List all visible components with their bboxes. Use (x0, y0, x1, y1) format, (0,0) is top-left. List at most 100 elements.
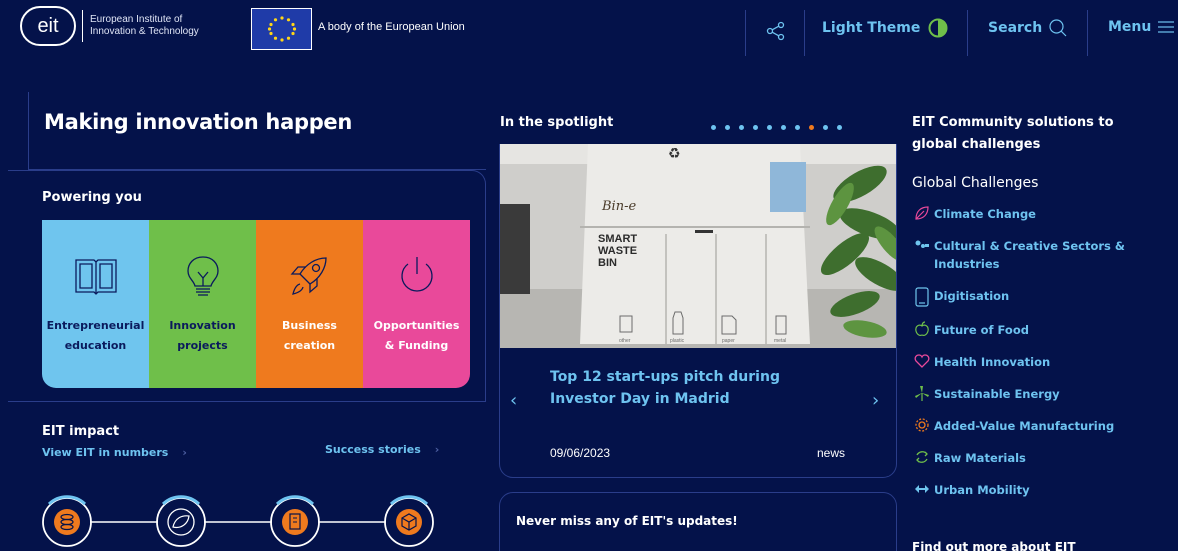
wind-turbine-icon (915, 386, 929, 401)
challenges-list: Climate Change Cultural & Creative Secto… (912, 205, 1162, 513)
svg-text:♻: ♻ (668, 146, 681, 162)
view-numbers-link[interactable]: View EIT in numbers › (42, 446, 187, 459)
recycle-icon (916, 451, 928, 463)
leaf-icon (915, 206, 929, 220)
compartment-label: other (619, 338, 631, 344)
rocket-icon (290, 257, 327, 295)
search-icon (1049, 19, 1067, 37)
chevron-right-icon: › (434, 443, 440, 456)
org-line-2: Innovation & Technology (90, 26, 199, 37)
heart-icon (914, 354, 930, 368)
carousel-dot-active[interactable] (809, 125, 814, 130)
theme-label: Light Theme (822, 20, 921, 36)
page-title: Making innovation happen (44, 110, 353, 134)
success-stories-link[interactable]: Success stories › (325, 443, 439, 456)
challenge-raw-materials[interactable]: Raw Materials (912, 449, 1162, 467)
header-separator (804, 10, 805, 56)
carousel-dot[interactable] (781, 125, 786, 130)
share-button[interactable] (758, 18, 794, 44)
challenge-added-value-manufacturing[interactable]: Added-Value Manufacturing (912, 417, 1162, 435)
logo-divider (82, 10, 83, 42)
image-label-line-1: SMART (598, 233, 637, 245)
chevron-right-icon: › (182, 446, 187, 459)
challenge-urban-mobility[interactable]: Urban Mobility (912, 481, 1162, 499)
find-out-more-title: Find out more about EIT (912, 540, 1076, 551)
eu-flag-icon (251, 8, 312, 50)
image-brand: Bin-e (601, 199, 636, 214)
challenge-sustainable-energy[interactable]: Sustainable Energy (912, 385, 1162, 403)
tile-entrepreneurial-education[interactable]: Entrepreneurial education (42, 220, 149, 388)
tile-innovation-projects[interactable]: Innovation projects (149, 220, 256, 388)
tile-label: Innovation projects (169, 319, 236, 352)
share-icon (766, 21, 785, 41)
impact-title: EIT impact (42, 424, 120, 439)
tile-label: Business creation (282, 319, 337, 352)
tile-label: Entrepreneurial education (46, 319, 145, 352)
challenge-cultural-creative[interactable]: Cultural & Creative Sectors & Industries (912, 237, 1162, 273)
coins-icon[interactable] (42, 495, 92, 547)
compartment-label: plastic (670, 338, 685, 344)
carousel-dots (711, 125, 842, 130)
hamburger-icon (1158, 21, 1175, 33)
menu-button[interactable]: Menu (1108, 18, 1175, 36)
challenge-future-of-food[interactable]: Future of Food (912, 321, 1162, 339)
carousel-prev-button[interactable]: ‹ (510, 390, 517, 411)
leaf-icon[interactable] (156, 495, 206, 547)
challenge-climate-change[interactable]: Climate Change (912, 205, 1162, 223)
creative-icon (915, 240, 929, 248)
carousel-dot[interactable] (837, 125, 842, 130)
spotlight-headline[interactable]: Top 12 start-ups pitch during Investor D… (550, 366, 850, 410)
org-line-1: European Institute of (90, 14, 183, 25)
spotlight-date: 09/06/2023 (550, 446, 611, 460)
light-theme-toggle[interactable]: Light Theme (822, 18, 948, 38)
header-separator (967, 10, 968, 56)
tile-label: Opportunities & Funding (373, 319, 460, 352)
eit-logo[interactable]: eit (20, 6, 76, 46)
lightbulb-icon (186, 256, 219, 296)
spotlight-card[interactable]: ♻ Bin-e SMART WASTE BIN other plastic pa… (499, 144, 897, 478)
half-circle-icon (928, 18, 948, 38)
apple-icon (915, 321, 929, 336)
carousel-dot[interactable] (711, 125, 716, 130)
header-separator (745, 10, 746, 56)
site-header: eit European Institute of Innovation & T… (0, 0, 1178, 60)
carousel-dot[interactable] (823, 125, 828, 130)
logo-text: eit (37, 14, 59, 37)
spotlight-image[interactable]: ♻ Bin-e SMART WASTE BIN other plastic pa… (500, 144, 896, 348)
eu-body-text: A body of the European Union (318, 21, 465, 33)
impact-icons (42, 495, 434, 547)
org-name: European Institute of Innovation & Techn… (90, 14, 199, 38)
menu-label: Menu (1108, 19, 1152, 35)
image-label-line-2: WASTE (598, 245, 637, 257)
global-challenges-title: Global Challenges (912, 175, 1039, 191)
tile-opportunities-funding[interactable]: Opportunities & Funding (363, 220, 470, 388)
challenge-digitisation[interactable]: Digitisation (912, 287, 1162, 307)
tile-business-creation[interactable]: Business creation (256, 220, 363, 388)
box-icon[interactable] (384, 495, 434, 547)
compartment-label: paper (722, 338, 735, 344)
powering-tiles: Entrepreneurial education Innovation proje… (42, 220, 470, 388)
updates-title: Never miss any of EIT's updates! (516, 514, 738, 528)
tablet-icon (915, 287, 929, 307)
carousel-dot[interactable] (725, 125, 730, 130)
carousel-dot[interactable] (739, 125, 744, 130)
book-icon (74, 259, 117, 295)
powering-title: Powering you (42, 190, 142, 205)
carousel-next-button[interactable]: › (872, 390, 879, 411)
carousel-dot[interactable] (795, 125, 800, 130)
power-icon (400, 257, 433, 292)
header-separator (1087, 10, 1088, 56)
spotlight-title: In the spotlight (500, 115, 614, 130)
spotlight-tag: news (817, 446, 846, 460)
building-icon[interactable] (270, 495, 320, 547)
search-label: Search (988, 20, 1043, 36)
image-label-line-3: BIN (598, 257, 617, 269)
arrows-icon (915, 485, 929, 493)
carousel-dot[interactable] (753, 125, 758, 130)
carousel-dot[interactable] (767, 125, 772, 130)
search-button[interactable]: Search (988, 18, 1068, 38)
compartment-label: metal (774, 338, 786, 344)
gear-icon (915, 418, 929, 432)
community-title: EIT Community solutions to global challe… (912, 115, 1114, 152)
challenge-health-innovation[interactable]: Health Innovation (912, 353, 1162, 371)
